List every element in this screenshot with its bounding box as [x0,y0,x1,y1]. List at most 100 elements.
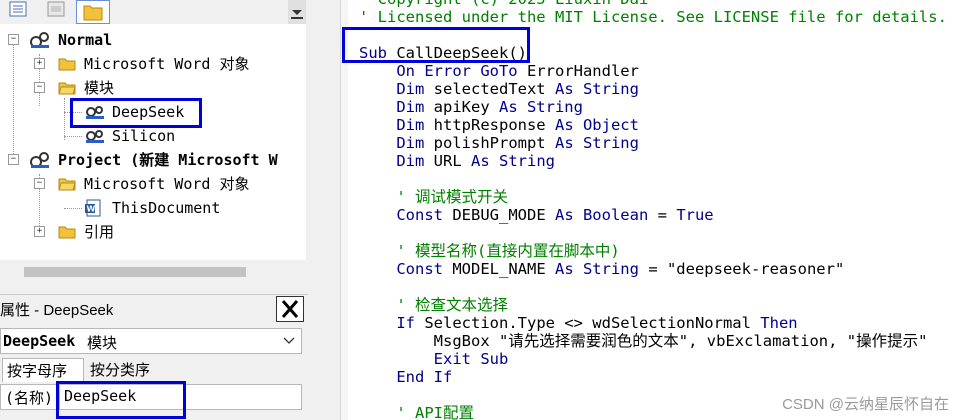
code-text: polishPrompt [424,134,555,152]
view-object-button[interactable] [42,0,70,22]
tree-node-word-objects[interactable]: + Microsoft Word 对象 [0,53,300,75]
object-selector-dropdown[interactable]: DeepSeek 模块 [0,328,302,354]
project-gears-icon [30,152,49,168]
code-line[interactable]: On Error GoTo ErrorHandler [359,62,639,80]
tree-node-word-objects-project[interactable]: − Microsoft Word 对象 [0,173,300,195]
code-editor[interactable]: ' Copyright (c) 2025 Liuxin Dai' License… [348,0,957,420]
view-object-icon [47,1,65,17]
code-comment: ' 调试模式开关 [396,188,508,206]
code-keyword: As Boolean [554,206,649,224]
code-line[interactable]: MsgBox "请先选择需要润色的文本", vbExclamation, "操作… [359,332,928,350]
code-line[interactable]: Dim selectedText As String [359,80,639,98]
code-line[interactable]: If Selection.Type <> wdSelectionNormal T… [359,314,797,332]
explorer-toolbar [0,0,308,24]
close-icon [281,300,299,318]
code-text: URL [424,152,471,170]
word-document-icon: W [85,199,101,217]
project-explorer-pane: − Normal + Microsoft Word 对象 − 模块 DeepSe… [0,0,308,420]
tree-node-normal[interactable]: − Normal [0,29,300,51]
code-line[interactable]: Dim apiKey As String [359,98,583,116]
code-keyword: Exit Sub [433,350,509,368]
module-icon [86,130,104,143]
view-code-icon [9,1,27,17]
scrollbar-thumb[interactable] [24,267,246,277]
code-line[interactable]: End If [359,368,452,386]
tree-node-label: Silicon [112,127,176,145]
project-tree: − Normal + Microsoft Word 对象 − 模块 DeepSe… [0,24,306,260]
tab-categorized[interactable]: 按分类序 [86,358,166,382]
tree-node-label: ThisDocument [112,199,221,217]
selected-object-kind: 模块 [87,334,118,352]
tree-node-modules[interactable]: − 模块 [0,77,300,99]
code-keyword: End If [396,368,453,386]
tree-horizontal-scrollbar[interactable] [0,260,306,284]
toggle-folders-button[interactable] [76,0,110,24]
tree-node-deepseek[interactable]: DeepSeek [0,101,300,123]
collapse-toggle[interactable]: − [34,82,45,93]
chevron-down-icon [283,337,295,344]
code-keyword: As String [554,80,639,98]
code-line[interactable]: ' 调试模式开关 [359,188,508,206]
code-line[interactable]: Dim httpResponse As Object [359,116,639,134]
collapse-toggle[interactable]: − [8,154,19,165]
expand-toggle[interactable]: + [34,58,45,69]
code-comment: ' Copyright (c) 2025 Liuxin Dai [359,0,648,8]
code-keyword: True [676,206,714,224]
code-line[interactable]: Exit Sub [359,350,509,368]
code-line[interactable]: Sub CallDeepSeek() [359,44,527,62]
view-code-button[interactable] [4,0,32,22]
watermark: CSDN @云纳星辰怀自在 [782,396,949,413]
properties-title: 属性 - DeepSeek [0,302,114,319]
properties-close-button[interactable] [276,296,304,322]
code-line[interactable]: Dim URL As String [359,152,555,170]
code-text: MsgBox "请先选择需要润色的文本", vbExclamation, "操作… [359,332,928,350]
code-line[interactable]: ' 模型名称(直接内置在脚本中) [359,242,619,260]
code-keyword: If [396,314,415,332]
code-line[interactable]: Const MODEL_NAME As String = "deepseek-r… [359,260,844,278]
expand-toggle[interactable]: + [34,226,45,237]
collapse-toggle[interactable]: − [34,178,45,189]
code-line[interactable]: ' 检查文本选择 [359,296,508,314]
property-divider [59,385,60,409]
code-keyword: Const [396,206,443,224]
code-line[interactable]: Const DEBUG_MODE As Boolean = True [359,206,714,224]
folder-icon [83,5,103,21]
tree-node-label: 模块 [84,79,115,97]
code-line[interactable]: ' Copyright (c) 2025 Liuxin Dai [359,0,648,8]
tree-node-silicon[interactable]: Silicon [0,125,300,147]
property-value-input[interactable]: DeepSeek [64,387,136,405]
code-text: httpResponse [424,116,555,134]
code-text: CallDeepSeek() [387,44,527,62]
tab-alphabetic[interactable]: 按字母序 [2,358,84,382]
tree-node-project[interactable]: − Project (新建 Microsoft W [0,149,306,171]
tree-node-references[interactable]: + 引用 [0,221,300,243]
code-line[interactable]: Dim polishPrompt As String [359,134,639,152]
tree-node-thisdocument[interactable]: W ThisDocument [0,197,300,219]
code-line[interactable]: ' API配置 [359,404,474,420]
property-row-name[interactable]: (名称) DeepSeek [0,384,302,410]
code-keyword: Dim [396,134,425,152]
module-icon [86,106,104,119]
code-text: Selection.Type <> wdSelectionNormal [415,314,761,332]
collapse-toggle[interactable]: − [8,34,19,45]
code-keyword: Dim [396,152,425,170]
toolbar-scroll-button[interactable] [288,0,306,24]
folder-icon [58,226,76,239]
code-text: apiKey [424,98,499,116]
code-line[interactable]: ' Licensed under the MIT License. See LI… [359,8,947,26]
open-folder-icon [58,178,76,191]
code-keyword: As String [471,152,555,170]
tree-node-label: Microsoft Word 对象 [84,175,250,193]
code-keyword: As String [554,260,639,278]
code-text: MODEL_NAME [443,260,555,278]
code-keyword: As String [498,98,583,116]
project-gears-icon [30,32,49,48]
